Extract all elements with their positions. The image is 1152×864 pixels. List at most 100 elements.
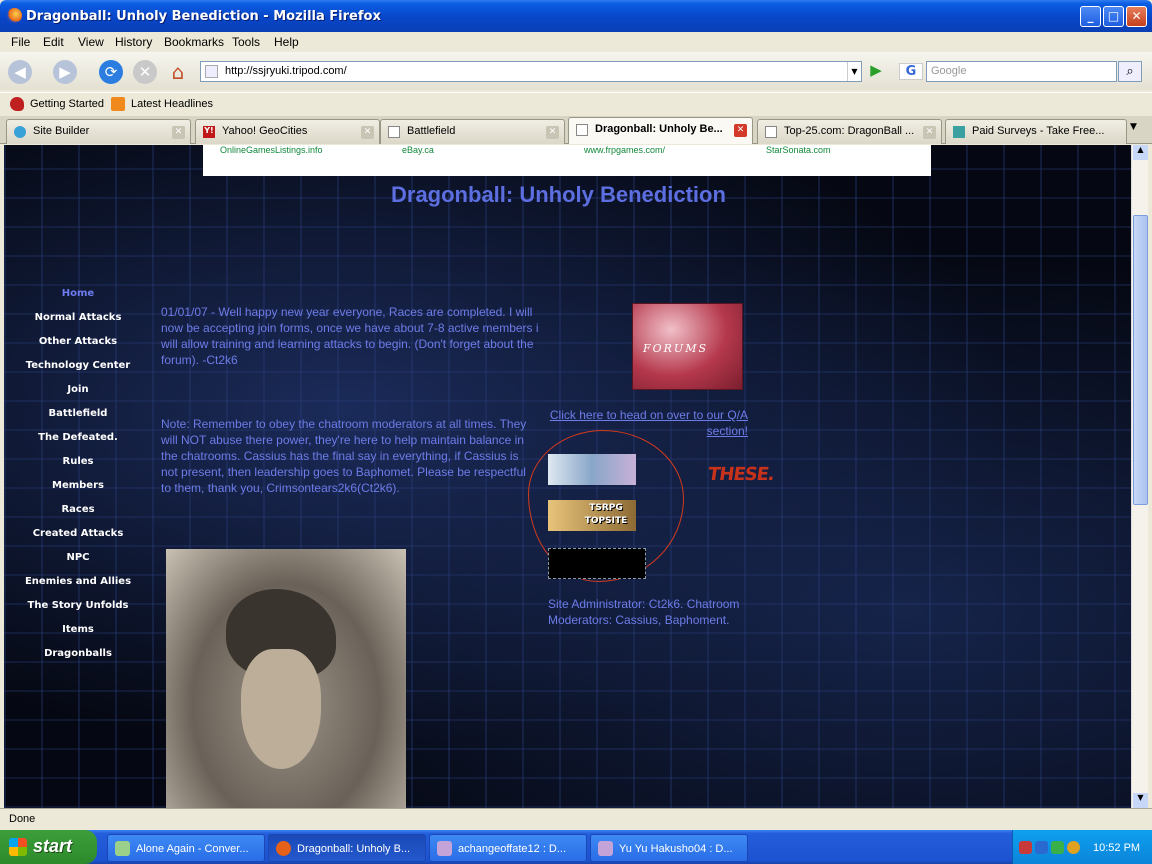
scroll-down-icon[interactable]: ▼ <box>1133 793 1148 808</box>
home-icon[interactable]: ⌂ <box>166 60 190 84</box>
page-icon <box>576 124 588 136</box>
site-builder-icon <box>14 126 26 138</box>
nav-the-story-unfolds[interactable]: The Story Unfolds <box>18 600 138 611</box>
nav-rules[interactable]: Rules <box>18 456 138 467</box>
tab-label: Paid Surveys - Take Free... <box>972 125 1105 137</box>
ad-link[interactable]: eBay.ca <box>402 145 434 155</box>
bookmark-latest-headlines[interactable]: Latest Headlines <box>131 98 213 110</box>
nav-normal-attacks[interactable]: Normal Attacks <box>18 312 138 323</box>
nav-home[interactable]: Home <box>18 288 138 299</box>
tab-paid-surveys[interactable]: Paid Surveys - Take Free... <box>945 119 1127 144</box>
nav-races[interactable]: Races <box>18 504 138 515</box>
tray-icon[interactable] <box>1035 841 1048 854</box>
nav-the-defeated[interactable]: The Defeated. <box>18 432 138 443</box>
close-button[interactable]: ✕ <box>1126 6 1147 27</box>
maximize-button[interactable]: □ <box>1103 6 1124 27</box>
system-tray: 10:52 PM <box>1012 830 1152 864</box>
note-text: Note: Remember to obey the chatroom mode… <box>161 417 527 495</box>
tab-battlefield[interactable]: Battlefield ✕ <box>380 119 565 144</box>
nav-members[interactable]: Members <box>18 480 138 491</box>
go-icon[interactable]: ▶ <box>866 61 886 82</box>
messenger-tray-icon[interactable] <box>1051 841 1064 854</box>
menu-history[interactable]: History <box>115 35 152 49</box>
site-title: Dragonball: Unholy Benediction <box>391 182 726 207</box>
taskbar-item-label: Yu Yu Hakusho04 : D... <box>619 843 733 855</box>
tab-label: Site Builder <box>33 125 90 137</box>
ad-link[interactable]: www.frpgames.com/ <box>584 145 665 155</box>
tsrpg-topsite-banner[interactable]: TSRPG TOPSITE <box>548 500 636 531</box>
messenger-icon <box>437 841 452 856</box>
nav-enemies-and-allies[interactable]: Enemies and Allies <box>18 576 138 587</box>
minimize-button[interactable]: _ <box>1080 6 1101 27</box>
close-tab-icon[interactable]: ✕ <box>546 126 559 139</box>
taskbar-item[interactable]: Dragonball: Unholy B... <box>268 834 426 862</box>
topsite-banner-3[interactable] <box>548 548 646 579</box>
status-bar: Done <box>0 808 1152 830</box>
rss-icon <box>111 97 125 111</box>
reload-icon[interactable]: ⟳ <box>99 60 123 84</box>
tray-icon[interactable] <box>1067 841 1080 854</box>
nav-join[interactable]: Join <box>18 384 138 395</box>
page-icon <box>765 126 777 138</box>
menu-view[interactable]: View <box>78 35 104 49</box>
search-icon[interactable]: ⌕ <box>1118 61 1142 82</box>
start-button[interactable]: start <box>0 830 97 864</box>
tab-dragonball[interactable]: Dragonball: Unholy Be... ✕ <box>568 117 753 144</box>
menu-bookmarks[interactable]: Bookmarks <box>164 35 224 49</box>
nav-other-attacks[interactable]: Other Attacks <box>18 336 138 347</box>
menu-file[interactable]: File <box>11 35 30 49</box>
tab-site-builder[interactable]: Site Builder ✕ <box>6 119 191 144</box>
search-engine-icon[interactable]: G <box>899 63 923 80</box>
window-titlebar: Dragonball: Unholy Benediction - Mozilla… <box>0 0 1152 32</box>
url-dropdown-icon[interactable]: ▼ <box>847 62 861 81</box>
page-icon <box>205 65 218 78</box>
close-tab-icon[interactable]: ✕ <box>361 126 374 139</box>
forward-icon[interactable]: ▶ <box>53 60 77 84</box>
url-field[interactable]: http://ssjryuki.tripod.com/ ▼ <box>200 61 862 82</box>
tab-label: Battlefield <box>407 125 456 137</box>
tab-yahoo-geocities[interactable]: Y! Yahoo! GeoCities ✕ <box>195 119 380 144</box>
bookmark-getting-started[interactable]: Getting Started <box>30 98 104 110</box>
start-label: start <box>33 836 73 856</box>
nav-dragonballs[interactable]: Dragonballs <box>18 648 138 659</box>
scroll-thumb[interactable] <box>1133 215 1148 505</box>
nav-battlefield[interactable]: Battlefield <box>18 408 138 419</box>
tab-top25[interactable]: Top-25.com: DragonBall ... ✕ <box>757 119 942 144</box>
menu-help[interactable]: Help <box>274 35 299 49</box>
ad-link[interactable]: OnlineGamesListings.info <box>220 145 323 155</box>
topsite-banner-1[interactable] <box>548 454 636 485</box>
messenger-icon <box>598 841 613 856</box>
firefox-icon <box>7 8 22 23</box>
menu-edit[interactable]: Edit <box>43 35 64 49</box>
taskbar-item[interactable]: Alone Again - Conver... <box>107 834 265 862</box>
scroll-up-icon[interactable]: ▲ <box>1133 145 1148 160</box>
forums-banner[interactable]: FORUMS <box>632 303 743 390</box>
menu-tools[interactable]: Tools <box>232 35 260 49</box>
vertical-scrollbar[interactable]: ▲ ▼ <box>1131 145 1148 808</box>
firefox-icon <box>276 841 291 856</box>
taskbar-item-label: Alone Again - Conver... <box>136 843 249 855</box>
windows-logo-icon <box>9 838 27 856</box>
tab-label: Yahoo! GeoCities <box>222 125 308 137</box>
back-icon[interactable]: ◀ <box>8 60 32 84</box>
nav-items[interactable]: Items <box>18 624 138 635</box>
nav-created-attacks[interactable]: Created Attacks <box>18 528 138 539</box>
character-portrait <box>166 549 406 808</box>
messenger-icon <box>115 841 130 856</box>
nav-npc[interactable]: NPC <box>18 552 138 563</box>
tray-icon[interactable] <box>1019 841 1032 854</box>
search-input[interactable]: Google <box>926 61 1117 82</box>
close-tab-icon[interactable]: ✕ <box>734 124 747 137</box>
search-placeholder: Google <box>931 65 967 77</box>
nav-technology-center[interactable]: Technology Center <box>18 360 138 371</box>
admin-text: Site Administrator: Ct2k6. Chatroom Mode… <box>548 597 740 627</box>
status-text: Done <box>9 813 36 825</box>
close-tab-icon[interactable]: ✕ <box>172 126 185 139</box>
taskbar-item[interactable]: Yu Yu Hakusho04 : D... <box>590 834 748 862</box>
stop-icon[interactable]: ✕ <box>133 60 157 84</box>
clock: 10:52 PM <box>1093 842 1141 854</box>
taskbar-item[interactable]: achangeoffate12 : D... <box>429 834 587 862</box>
ad-link[interactable]: StarSonata.com <box>766 145 831 155</box>
close-tab-icon[interactable]: ✕ <box>923 126 936 139</box>
tab-list-dropdown-icon[interactable]: ▼ <box>1130 122 1137 132</box>
